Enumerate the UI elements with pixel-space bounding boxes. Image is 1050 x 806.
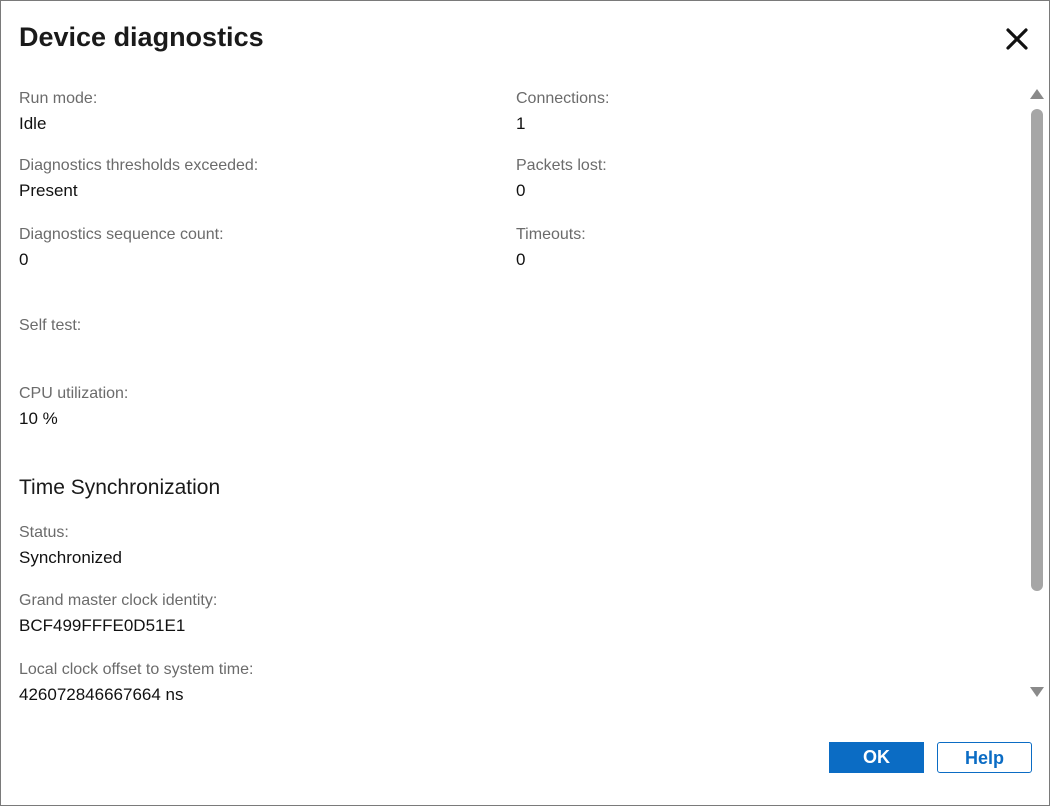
field-label: Local clock offset to system time: (19, 661, 254, 678)
field-label: Run mode: (19, 90, 98, 107)
field-self-test: Self test: (19, 316, 81, 340)
field-label: Timeouts: (516, 226, 586, 243)
field-cpu-utilization: CPU utilization: 10 % (19, 384, 128, 430)
field-connections: Connections: 1 (516, 89, 609, 135)
field-timeouts: Timeouts: 0 (516, 225, 586, 271)
ok-button[interactable]: OK (829, 742, 924, 773)
scrollbar-thumb[interactable] (1031, 109, 1043, 591)
diagnostics-content: Run mode: Idle Diagnostics thresholds ex… (1, 81, 1025, 711)
field-label: Packets lost: (516, 157, 607, 174)
field-packets-lost: Packets lost: 0 (516, 156, 607, 202)
vertical-scrollbar[interactable] (1027, 85, 1047, 705)
field-value: 426072846667664 ns (19, 685, 184, 704)
section-heading-time-sync: Time Synchronization (19, 476, 221, 499)
field-local-clock-offset: Local clock offset to system time: 42607… (19, 660, 253, 706)
field-value: BCF499FFFE0D51E1 (19, 616, 186, 635)
field-label: Connections: (516, 90, 610, 107)
field-label: Status: (19, 524, 69, 541)
field-label: Grand master clock identity: (19, 592, 218, 609)
field-run-mode: Run mode: Idle (19, 89, 97, 135)
device-diagnostics-dialog: Device diagnostics Run mode: Idle Diagno… (0, 0, 1050, 806)
field-label: CPU utilization: (19, 385, 129, 402)
field-value: 0 (516, 250, 526, 269)
field-value: 0 (516, 181, 526, 200)
field-label: Diagnostics sequence count: (19, 226, 224, 243)
field-value: Idle (19, 114, 47, 133)
field-sync-status: Status: Synchronized (19, 523, 122, 569)
field-diagnostics-thresholds: Diagnostics thresholds exceeded: Present (19, 156, 258, 202)
field-value: Present (19, 181, 78, 200)
scroll-up-arrow-icon[interactable] (1029, 87, 1045, 101)
field-value: 1 (516, 114, 526, 133)
field-diagnostics-sequence-count: Diagnostics sequence count: 0 (19, 225, 224, 271)
help-button[interactable]: Help (937, 742, 1032, 773)
field-label: Self test: (19, 317, 82, 334)
field-label: Diagnostics thresholds exceeded: (19, 157, 259, 174)
field-value: Synchronized (19, 548, 123, 567)
field-grand-master-clock: Grand master clock identity: BCF499FFFE0… (19, 591, 217, 637)
close-icon[interactable] (999, 21, 1035, 57)
field-value: 0 (19, 250, 29, 269)
dialog-title: Device diagnostics (19, 22, 264, 52)
field-value: 10 % (19, 409, 58, 428)
scroll-down-arrow-icon[interactable] (1029, 685, 1045, 699)
